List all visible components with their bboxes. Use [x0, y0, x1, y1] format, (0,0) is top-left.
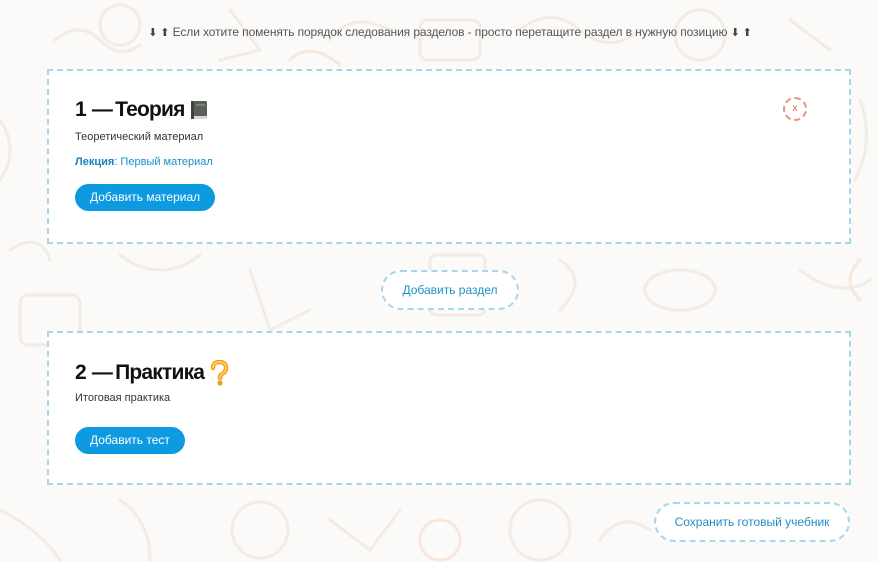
add-section-button[interactable]: Добавить раздел: [381, 270, 519, 310]
section-title-text: Теория: [115, 98, 185, 121]
reorder-hint-text: Если хотите поменять порядок следования …: [172, 25, 728, 39]
section-dash: —: [91, 98, 113, 121]
reorder-arrows-right: ⬇ ⬆: [730, 27, 752, 39]
section-card-practice[interactable]: 2 — Практика Итоговая практика Добавить …: [47, 331, 851, 485]
section-title: 1 — Теория: [75, 98, 210, 122]
reorder-arrows-left: ⬇ ⬆: [148, 27, 170, 39]
section-dash: —: [91, 361, 113, 384]
save-textbook-button[interactable]: Сохранить готовый учебник: [654, 502, 850, 542]
section-description: Теоретический материал: [75, 131, 204, 143]
material-type: Лекция: [75, 156, 115, 168]
add-material-button[interactable]: Добавить материал: [75, 184, 216, 211]
material-item-lecture[interactable]: Лекция: Первый материал: [75, 156, 213, 168]
section-number: 1: [75, 98, 87, 121]
section-number: 2: [75, 361, 87, 384]
book-icon: [188, 99, 210, 121]
course-builder: ⬇ ⬆ Если хотите поменять порядок следова…: [0, 0, 877, 562]
section-title-text: Практика: [115, 361, 205, 384]
material-separator: :: [114, 156, 118, 168]
material-name-link[interactable]: Первый материал: [120, 156, 212, 168]
question-mark-icon: [208, 359, 230, 386]
add-test-button[interactable]: Добавить тест: [75, 427, 185, 454]
remove-section-button[interactable]: x: [783, 97, 807, 121]
section-card-theory[interactable]: 1 — Теория Теоретический материал Лекция…: [47, 69, 851, 244]
section-description: Итоговая практика: [75, 392, 171, 404]
reorder-hint: ⬇ ⬆ Если хотите поменять порядок следова…: [0, 25, 877, 39]
section-title: 2 — Практика: [75, 359, 230, 386]
